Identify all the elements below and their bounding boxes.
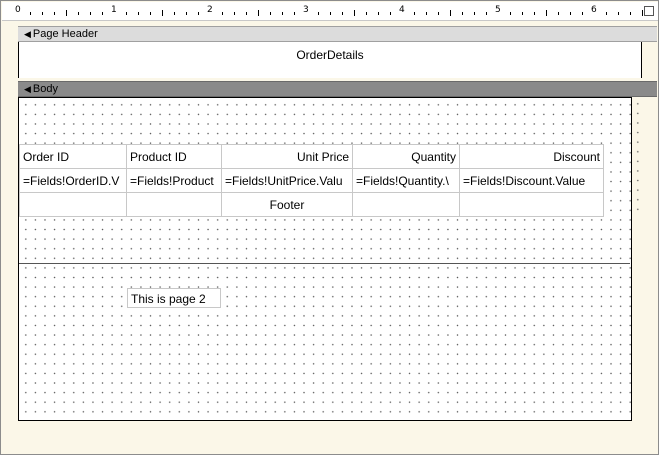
- ruler-tick: [174, 12, 175, 15]
- orders-table[interactable]: Order ID Product ID Unit Price Quantity …: [19, 144, 604, 217]
- ruler-tick: [66, 10, 67, 16]
- ruler-tick: [186, 12, 187, 15]
- ruler-tick: [246, 12, 247, 15]
- ruler-tick: [582, 12, 583, 15]
- ruler-tick: [474, 12, 475, 15]
- table-cell[interactable]: Quantity: [352, 144, 460, 169]
- ruler-tick: [354, 10, 355, 16]
- ruler-tick: [318, 12, 319, 15]
- grid-dots: [631, 97, 643, 217]
- ruler-tick: [294, 12, 295, 15]
- page-header-title[interactable]: OrderDetails: [19, 48, 641, 62]
- ruler-tick: [330, 12, 331, 15]
- ruler-number: 1: [111, 5, 117, 15]
- ruler-tick: [150, 12, 151, 15]
- table-footer-row: Footer: [19, 192, 604, 217]
- ruler-tick: [630, 12, 631, 15]
- table-cell[interactable]: [126, 192, 222, 217]
- table-footer-label[interactable]: Footer: [221, 192, 353, 217]
- table-cell[interactable]: Discount: [459, 144, 604, 169]
- table-cell[interactable]: [19, 192, 127, 217]
- ruler-tick: [258, 10, 259, 16]
- ruler-tick: [486, 12, 487, 15]
- table-header-row: Order ID Product ID Unit Price Quantity …: [19, 144, 604, 169]
- table-cell[interactable]: =Fields!Quantity.\: [352, 168, 460, 193]
- report-designer: 0 1 2 3 4 5 6 ◀ Page Header OrderDetails …: [0, 0, 659, 455]
- table-cell[interactable]: =Fields!Discount.Value: [459, 168, 604, 193]
- ruler-tick: [546, 10, 547, 16]
- ruler-tick: [414, 12, 415, 15]
- ruler-tick: [510, 12, 511, 15]
- ruler-tick: [426, 12, 427, 15]
- ruler-tick: [438, 12, 439, 15]
- ruler-tick: [378, 12, 379, 15]
- page-number-textbox[interactable]: This is page 2: [127, 288, 221, 308]
- page-header-area[interactable]: OrderDetails: [18, 42, 642, 78]
- ruler-number: 0: [15, 5, 21, 15]
- ruler-tick: [342, 12, 343, 15]
- ruler-number: 4: [399, 5, 405, 15]
- body-band-label: Body: [32, 83, 58, 95]
- table-cell[interactable]: =Fields!Product: [126, 168, 222, 193]
- band-arrow-icon: ◀: [24, 29, 31, 39]
- table-cell[interactable]: [352, 192, 460, 217]
- ruler-tick: [138, 12, 139, 15]
- ruler-tick: [54, 12, 55, 15]
- ruler-tick: [222, 12, 223, 15]
- ruler-tick: [102, 12, 103, 15]
- ruler-tick: [462, 12, 463, 15]
- table-cell[interactable]: [459, 192, 604, 217]
- ruler-tick: [270, 12, 271, 15]
- ruler-tick: [606, 12, 607, 15]
- ruler-tick: [126, 12, 127, 15]
- page-header-band[interactable]: ◀ Page Header: [18, 26, 657, 42]
- horizontal-line[interactable]: [19, 263, 630, 264]
- ruler-number: 5: [495, 5, 501, 15]
- ruler-tick: [366, 12, 367, 15]
- horizontal-ruler: 0 1 2 3 4 5 6: [2, 2, 658, 21]
- table-cell[interactable]: Product ID: [126, 144, 222, 169]
- ruler-tick: [90, 12, 91, 15]
- ruler-number: 3: [303, 5, 309, 15]
- ruler-tick: [162, 10, 163, 16]
- ruler-tick: [78, 12, 79, 15]
- ruler-tick: [570, 12, 571, 15]
- table-cell[interactable]: Order ID: [19, 144, 127, 169]
- table-cell[interactable]: Unit Price: [221, 144, 353, 169]
- ruler-tick: [390, 12, 391, 15]
- band-arrow-icon: ◀: [24, 84, 31, 94]
- ruler-end-box: [644, 6, 654, 16]
- ruler-tick: [558, 12, 559, 15]
- table-cell[interactable]: =Fields!UnitPrice.Valu: [221, 168, 353, 193]
- table-cell[interactable]: =Fields!OrderID.V: [19, 168, 127, 193]
- ruler-tick: [42, 12, 43, 15]
- ruler-number: 6: [591, 5, 597, 15]
- ruler-tick: [234, 12, 235, 15]
- ruler-tick: [618, 12, 619, 15]
- ruler-tick: [450, 10, 451, 16]
- table-detail-row: =Fields!OrderID.V =Fields!Product =Field…: [19, 168, 604, 193]
- ruler-number: 2: [207, 5, 213, 15]
- ruler-tick: [522, 12, 523, 15]
- body-band[interactable]: ◀ Body: [18, 81, 657, 97]
- page-header-band-label: Page Header: [32, 28, 98, 40]
- ruler-tick: [642, 10, 643, 16]
- ruler-tick: [534, 12, 535, 15]
- ruler-tick: [282, 12, 283, 15]
- ruler-tick: [30, 12, 31, 15]
- ruler-tick: [198, 12, 199, 15]
